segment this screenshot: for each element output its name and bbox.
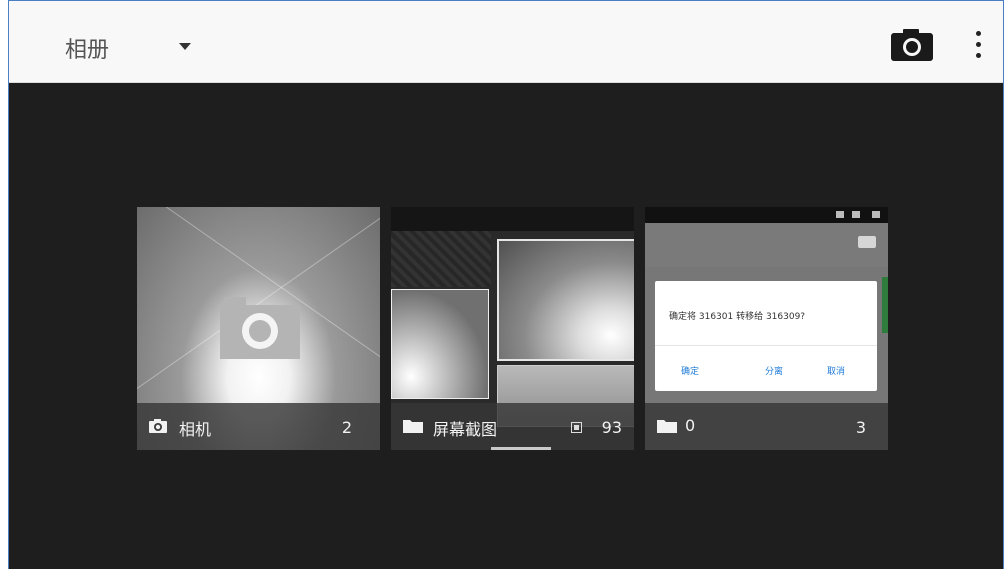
- accent-bar: [882, 277, 888, 333]
- album-dropdown-icon[interactable]: [179, 43, 191, 50]
- album-cover-camera-icon: [220, 297, 300, 363]
- album-tile-screenshots[interactable]: 屏幕截图 93: [391, 207, 634, 450]
- status-icon: [836, 211, 844, 218]
- gallery-icon: [571, 422, 582, 433]
- folder-icon: [403, 418, 423, 437]
- dialog-preview: 确定将 316301 转移给 316309? 确定 分离 取消: [655, 281, 877, 391]
- album-grid: 相机 2 屏幕截图 93 确定将 316301 转移给 316309? 确定 分…: [9, 83, 1003, 569]
- camera-icon: [149, 418, 167, 437]
- dialog-message: 确定将 316301 转移给 316309?: [669, 312, 806, 322]
- album-name: 0: [685, 416, 696, 435]
- wifi-icon: [852, 211, 860, 218]
- status-bar: [645, 207, 888, 223]
- dialog-confirm-label: 确定: [681, 367, 700, 377]
- folder-icon: [657, 418, 677, 437]
- album-count: 2: [341, 418, 352, 437]
- divider: [655, 345, 877, 346]
- app-window: 相册 相机 2 屏幕截图 93 确定将 316301 转移给 316309? 确…: [8, 0, 1004, 569]
- screenshot-pattern: [391, 231, 491, 287]
- screenshot-strip: [391, 207, 634, 231]
- album-caption: 相机 2: [137, 403, 380, 450]
- top-app-bar: 相册: [9, 1, 1003, 83]
- album-caption: 屏幕截图 93: [391, 403, 634, 450]
- backspace-icon: [858, 236, 876, 248]
- camera-icon[interactable]: [889, 29, 935, 61]
- scroll-indicator: [491, 447, 551, 450]
- album-tile-folder-0[interactable]: 确定将 316301 转移给 316309? 确定 分离 取消 0 3: [645, 207, 888, 450]
- battery-icon: [872, 211, 880, 218]
- screenshot-thumbnail: [497, 239, 634, 361]
- album-tile-camera[interactable]: 相机 2: [137, 207, 380, 450]
- dialog-separate-label: 分离: [765, 367, 784, 377]
- album-name: 屏幕截图: [433, 420, 498, 439]
- album-count: 93: [601, 418, 622, 437]
- dialog-cancel-label: 取消: [827, 367, 846, 377]
- preview-toolbar: [645, 223, 888, 267]
- page-title: 相册: [65, 38, 110, 63]
- more-options-icon[interactable]: [971, 29, 985, 61]
- album-caption: 0 3: [645, 403, 888, 450]
- album-name: 相机: [179, 420, 212, 439]
- screenshot-thumbnail: [391, 289, 489, 399]
- album-count: 3: [855, 418, 866, 437]
